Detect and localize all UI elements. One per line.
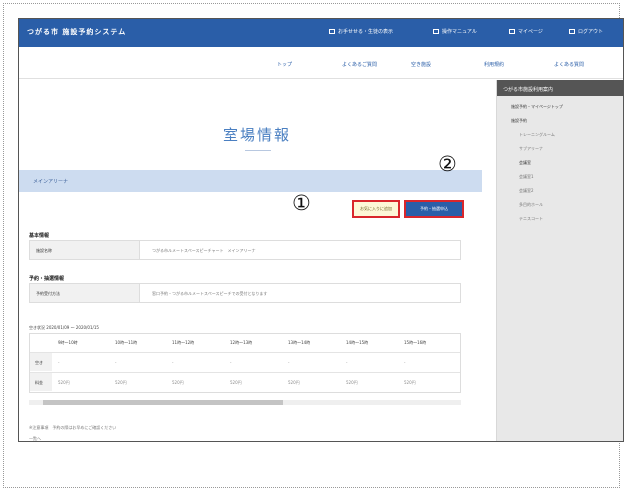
table-divider	[30, 372, 460, 373]
column-header: 13時〜14時	[288, 340, 311, 345]
sidebar: つがる市施設利用案内 施設予約・マイページトップ 施設予約 トレーニングルーム …	[496, 80, 623, 441]
nav-faq[interactable]: よくあるご質問	[342, 61, 377, 68]
footnote-text: ※注意事項 予約の際はお早めにご確認ください	[29, 425, 117, 430]
logout-icon	[569, 29, 575, 34]
basic-info-key: 施設名称	[30, 241, 140, 259]
pencil-icon	[329, 29, 335, 34]
availability-cell[interactable]: -	[404, 360, 405, 365]
facility-banner: メインアリーナ	[19, 170, 482, 192]
reserve-info-row: 予約受付方法 窓口予約・つがる市ルメートスペースピーチでの受付となります	[29, 283, 461, 303]
nav-top[interactable]: トップ	[277, 61, 292, 68]
row-header-availability: 空き	[30, 353, 52, 371]
book-icon	[433, 29, 439, 34]
header-link-logout[interactable]: ログアウト	[569, 28, 603, 35]
page-title: 室場情報	[222, 126, 291, 144]
basic-info-label: 基本情報	[29, 233, 50, 239]
column-header: 9時〜10時	[58, 340, 78, 345]
facility-name: メインアリーナ	[33, 179, 69, 185]
basic-info-value: つがる市ルメートスペースピーチャート メインアリーナ	[152, 248, 256, 253]
availability-cell[interactable]: -	[230, 360, 231, 365]
header-link-mypage[interactable]: マイページ	[509, 28, 543, 35]
header-link-manual[interactable]: 操作マニュアル	[433, 28, 477, 35]
top-header: つがる市 施設予約システム お手せせる・生徒の表示 操作マニュアル マイページ …	[19, 19, 623, 47]
sidebar-item-tennis[interactable]: テニスコート	[519, 216, 543, 222]
back-to-list-link[interactable]: 一覧へ	[29, 436, 41, 441]
sidebar-item-room1[interactable]: 会議室1	[519, 174, 534, 180]
sub-navigation: トップ よくあるご質問 空き施設 利用規約 よくある質問	[19, 47, 623, 79]
column-header: 11時〜12時	[172, 340, 195, 345]
reserve-button[interactable]: 予約・抽選申込	[404, 200, 464, 218]
column-header: 14時〜15時	[346, 340, 369, 345]
favorite-button[interactable]: お気に入りに追加	[352, 200, 400, 218]
column-header: 12時〜13時	[230, 340, 253, 345]
price-cell: 520円	[230, 380, 242, 385]
brand-title[interactable]: つがる市 施設予約システム	[27, 27, 126, 37]
basic-info-row: 施設名称 つがる市ルメートスペースピーチャート メインアリーナ	[29, 240, 461, 260]
column-header: 10時〜11時	[115, 340, 138, 345]
price-cell: 520円	[288, 380, 300, 385]
app-window: つがる市 施設予約システム お手せせる・生徒の表示 操作マニュアル マイページ …	[18, 18, 624, 442]
price-cell: 520円	[404, 380, 416, 385]
column-header: 15時〜16時	[404, 340, 427, 345]
horizontal-scrollbar[interactable]	[29, 400, 461, 405]
availability-cell[interactable]: -	[346, 360, 347, 365]
sidebar-item-hall[interactable]: 多目的ホール	[519, 202, 543, 208]
sidebar-item-training[interactable]: トレーニングルーム	[519, 132, 555, 138]
price-cell: 520円	[172, 380, 184, 385]
nav-availability[interactable]: 空き施設	[411, 61, 431, 68]
availability-cell[interactable]: -	[172, 360, 173, 365]
availability-date: 空き状況 2020/01/09 〜 2020/01/15	[29, 325, 99, 330]
sidebar-item-subarena[interactable]: サブアリーナ	[519, 146, 543, 152]
sidebar-item-room2[interactable]: 会議室2	[519, 188, 534, 194]
availability-table: 9時〜10時 10時〜11時 11時〜12時 12時〜13時 13時〜14時 1…	[29, 333, 461, 393]
reserve-info-value: 窓口予約・つがる市ルメートスペースピーチでの受付となります	[152, 291, 268, 296]
user-icon	[509, 29, 515, 34]
row-header-price: 料金	[30, 373, 52, 391]
reserve-info-key: 予約受付方法	[30, 284, 140, 302]
sidebar-item-reserve[interactable]: 施設予約	[511, 118, 527, 124]
annotation-marker-1: ①	[292, 191, 311, 215]
scrollbar-thumb[interactable]	[43, 400, 283, 405]
price-cell: 520円	[346, 380, 358, 385]
nav-terms[interactable]: 利用規約	[484, 61, 504, 68]
nav-questions[interactable]: よくある質問	[554, 61, 584, 68]
main-content: 室場情報 メインアリーナ ② ① お気に入りに追加 予約・抽選申込 基本情報 施…	[19, 80, 496, 441]
sidebar-item-mypage[interactable]: 施設予約・マイページトップ	[511, 104, 563, 110]
sidebar-title: つがる市施設利用案内	[497, 80, 623, 96]
reserve-info-label: 予約・抽選情報	[29, 276, 65, 282]
table-divider	[30, 352, 460, 353]
header-link-display[interactable]: お手せせる・生徒の表示	[329, 28, 393, 35]
price-cell: 520円	[115, 380, 127, 385]
price-cell: 520円	[58, 380, 70, 385]
title-underline	[245, 150, 271, 151]
annotation-marker-2: ②	[438, 152, 457, 176]
sidebar-item-meeting[interactable]: 会議室	[519, 160, 531, 166]
availability-cell[interactable]: -	[58, 360, 59, 365]
availability-cell[interactable]: -	[288, 360, 289, 365]
availability-cell[interactable]: -	[115, 360, 116, 365]
